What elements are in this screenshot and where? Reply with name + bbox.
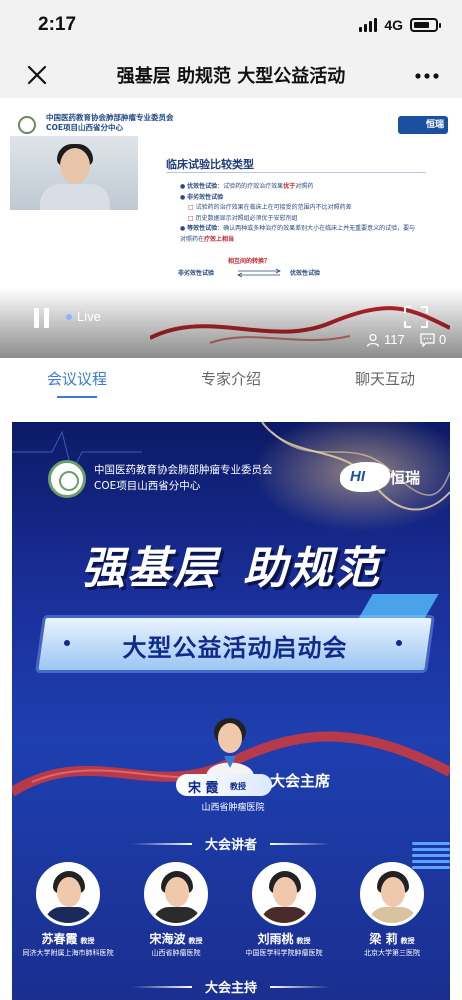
slide-bullet: ● 非劣效性试验 xyxy=(180,193,224,201)
slide-brand-logo: 恒瑞 xyxy=(398,116,448,134)
slide-bullets: ● 优效性试验：试验药的疗效治疗效果优于对照药 ● 非劣效性试验 □ 试验药的治… xyxy=(180,182,420,245)
slide-org-line1: 中国医药教育协会肺部肿瘤专业委员会 xyxy=(46,113,174,122)
tab-bar: 会议议程 专家介绍 聊天互动 xyxy=(0,358,462,402)
user-icon xyxy=(366,333,380,347)
speaker-photo xyxy=(36,862,100,926)
live-label: Live xyxy=(77,309,101,324)
poster-brand-name: 恒瑞 xyxy=(390,469,421,487)
chair-photo xyxy=(202,712,258,776)
status-time: 2:17 xyxy=(38,14,77,35)
speaker-name: 苏春霞 教授 xyxy=(41,932,95,946)
poster-slogan: 强基层 助规范 xyxy=(12,532,450,596)
comment-count: 0 xyxy=(420,332,446,347)
slide-bullet: ● 优效性试验：试验药的疗效治疗效果优于对照药 xyxy=(180,183,314,190)
comment-count-value: 0 xyxy=(439,332,447,347)
chair-title: 教授 xyxy=(230,782,246,791)
pause-icon[interactable] xyxy=(34,308,50,328)
page-title: 强基层 助规范 大型公益活动 xyxy=(116,66,346,87)
speaker-hospital: 中国医学科学院肿瘤医院 xyxy=(245,949,323,957)
poster-org-header: 中国医药教育协会肺部肿瘤专业委员会 COE项目山西省分中心 xyxy=(94,462,273,494)
slide-org-logo xyxy=(18,116,36,134)
event-poster: 中国医药教育协会肺部肿瘤专业委员会 COE项目山西省分中心 恒瑞 强基层助规范 … xyxy=(12,422,450,1000)
relation-arrows xyxy=(237,268,281,278)
slide-relation-diagram: 相互间的转换？ 非劣效性试验 优效性试验 xyxy=(178,256,368,286)
live-dot-icon xyxy=(66,313,72,320)
speaker-name: 刘雨桃 教授 xyxy=(257,932,311,946)
speakers-title: 大会讲者 xyxy=(204,838,257,853)
live-indicator: Live xyxy=(66,309,101,324)
speaker-hospital: 北京大学第三医院 xyxy=(364,949,420,957)
speaker-hospital: 同济大学附属上海市肺科医院 xyxy=(22,949,114,957)
speaker-name: 宋海波 教授 xyxy=(149,932,203,946)
close-icon[interactable] xyxy=(22,60,52,90)
nav-bar: 强基层 助规范 大型公益活动 xyxy=(0,52,462,98)
slogan-part1: 强基层 xyxy=(81,543,219,594)
poster-org-line1: 中国医药教育协会肺部肿瘤专业委员会 xyxy=(94,464,273,476)
relation-right: 优效性试验 xyxy=(290,270,321,277)
slide-org-header: 中国医药教育协会肺部肿瘤专业委员会 COE项目山西省分中心 xyxy=(46,113,174,133)
slogan-part2: 助规范 xyxy=(243,543,381,594)
fullscreen-icon[interactable] xyxy=(404,306,428,328)
speaker-photo xyxy=(144,862,208,926)
slide-divider xyxy=(166,172,426,173)
tab-experts[interactable]: 专家介绍 xyxy=(154,358,308,402)
relation-question: 相互间的转换？ xyxy=(228,258,271,265)
slide-bullet: ● 等效性试验：确认两种或多种治疗的效果差别大小在临床上并无重要意义的试验，要与… xyxy=(180,225,416,243)
chair-hospital: 山西省肿瘤医院 xyxy=(201,803,265,813)
poster-brand-logo: 恒瑞 xyxy=(340,458,426,498)
signal-icon xyxy=(359,18,378,32)
slide-sub-bullet: □ 试验药的治疗效果在临床上在可接受的范围内不比对照药差 xyxy=(188,204,352,211)
slide-title: 临床试验比较类型 xyxy=(166,158,254,171)
comment-icon xyxy=(420,332,435,347)
hosts-title: 大会主持 xyxy=(204,981,257,996)
viewer-count: 117 xyxy=(366,332,405,347)
relation-left: 非劣效性试验 xyxy=(178,270,215,277)
status-icons: 4G xyxy=(359,17,441,33)
poster-banner-text: 大型公益活动启动会 xyxy=(122,634,348,662)
speaker-photo xyxy=(252,862,316,926)
chair-role: 大会主席 xyxy=(270,772,331,790)
slide-org-line2: COE项目山西省分中心 xyxy=(46,123,124,132)
speaker-hospital: 山西省肿瘤医院 xyxy=(151,949,201,957)
live-video-player[interactable]: 中国医药教育协会肺部肿瘤专业委员会 COE项目山西省分中心 恒瑞 临床试验比较类… xyxy=(0,98,462,358)
speaker-camera-feed xyxy=(10,136,138,210)
poster-org-logo xyxy=(48,460,86,498)
battery-icon xyxy=(410,18,441,32)
more-icon[interactable] xyxy=(412,60,442,90)
status-bar: 2:17 4G xyxy=(0,0,462,52)
tab-chat[interactable]: 聊天互动 xyxy=(308,358,462,402)
poster-org-line2: COE项目山西省分中心 xyxy=(94,480,201,492)
agenda-content: 中国医药教育协会肺部肿瘤专业委员会 COE项目山西省分中心 恒瑞 强基层助规范 … xyxy=(0,402,462,1000)
chair-name: 宋 霞 xyxy=(188,781,219,796)
slide-sub-bullet: □ 历史数据显示对照组必须优于安慰剂组 xyxy=(188,214,298,222)
stripes-decoration xyxy=(412,842,450,882)
viewer-count-value: 117 xyxy=(384,332,405,347)
speaker-name: 梁 莉教授 xyxy=(369,932,415,946)
network-type: 4G xyxy=(384,17,403,33)
tab-agenda[interactable]: 会议议程 xyxy=(0,358,154,402)
